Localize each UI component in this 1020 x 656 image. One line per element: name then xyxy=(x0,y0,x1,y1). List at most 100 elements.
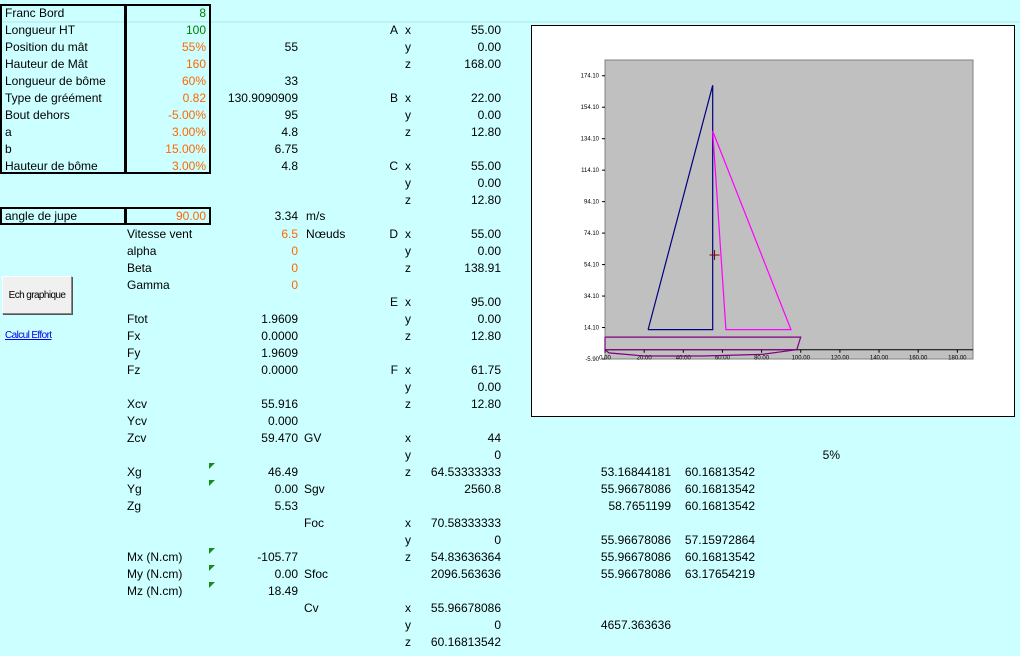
g-value: 0.00 xyxy=(274,482,298,496)
foc_vals-x: 70.58333333 xyxy=(430,516,501,530)
wind-label: alpha xyxy=(127,244,157,258)
axis-letter: z xyxy=(405,635,411,649)
param-computed: 4.8 xyxy=(281,159,298,173)
wind-value[interactable]: 6.5 xyxy=(220,226,298,243)
axis-letter: y xyxy=(405,533,411,547)
axis-letter: z xyxy=(405,125,411,139)
cv-label: Cv xyxy=(304,601,319,615)
jupe-value[interactable]: 90.00 xyxy=(130,208,206,225)
sgv-value: 2560.8 xyxy=(464,482,501,496)
ech-graphique-button[interactable]: Ech graphique xyxy=(2,276,72,314)
calcul-effort-link[interactable]: Calcul Effort xyxy=(5,330,52,341)
sfoc-value: 2096.563636 xyxy=(430,567,501,581)
x-tick-label: 20.00 xyxy=(637,356,653,362)
wind-label: Beta xyxy=(127,261,152,275)
extra-col1: 55.96678086 xyxy=(600,533,671,547)
wind-value[interactable]: 0 xyxy=(220,243,298,260)
param-computed: 95 xyxy=(284,108,298,122)
y-tick-label: 174.10 xyxy=(581,74,600,80)
foc-label: Foc xyxy=(304,516,325,530)
extra-col2: 60.16813542 xyxy=(684,482,755,496)
y-tick-label: 134.10 xyxy=(581,137,600,143)
sail-chart[interactable]: 174.10 154.10 134.10 114.10 94.10 74.10 54.10 3… xyxy=(531,25,1015,417)
moments-label: Mz (N.cm) xyxy=(127,584,183,598)
axis-letter: x xyxy=(405,91,411,105)
axis-letter: x xyxy=(405,159,411,173)
param-value[interactable]: 160 xyxy=(128,56,206,73)
axis-letter: z xyxy=(405,193,411,207)
axis-letter: z xyxy=(405,57,411,71)
comment-marker xyxy=(209,548,215,554)
plot-area xyxy=(604,59,974,360)
y-tick-label: 74.10 xyxy=(584,231,600,237)
extra-total: 4657.363636 xyxy=(600,618,671,632)
wind-label: Gamma xyxy=(127,278,170,292)
param-computed: 55 xyxy=(284,40,298,54)
point-z: 138.91 xyxy=(464,261,501,275)
cv-label: Ycv xyxy=(127,414,148,428)
wind-label: Vitesse vent xyxy=(127,227,193,241)
param-value[interactable]: 8 xyxy=(128,5,206,22)
point-y: 0.00 xyxy=(477,108,501,122)
axis-letter: z xyxy=(405,329,411,343)
axis-letter: y xyxy=(405,380,411,394)
param-label: Franc Bord xyxy=(5,6,65,20)
param-computed: 130.9090909 xyxy=(227,91,298,105)
wind-value[interactable]: 0 xyxy=(220,277,298,294)
point-y: 0.00 xyxy=(477,40,501,54)
sfoc-label: Sfoc xyxy=(304,567,329,581)
axis-letter: x xyxy=(405,516,411,530)
y-tick-label: -5.90 xyxy=(585,357,599,363)
param-value[interactable]: 0.82 xyxy=(128,90,206,107)
g-label: Xg xyxy=(127,465,142,479)
moments-value: 0.00 xyxy=(274,567,298,581)
param-value[interactable]: -5.00% xyxy=(128,107,206,124)
gv_vals-y: 0 xyxy=(494,448,501,462)
param-value[interactable]: 3.00% xyxy=(128,124,206,141)
param-label: Hauteur de Mât xyxy=(5,57,88,71)
axis-letter: x xyxy=(405,431,411,445)
point-x: 55.00 xyxy=(470,159,501,173)
cv_vals-y: 0 xyxy=(494,618,501,632)
point-y: 0.00 xyxy=(477,244,501,258)
param-value[interactable]: 100 xyxy=(128,22,206,39)
axis-letter: y xyxy=(405,176,411,190)
g-label: Yg xyxy=(127,482,142,496)
comment-marker xyxy=(209,480,215,486)
param-value[interactable]: 55% xyxy=(128,39,206,56)
sail-chart-svg: 174.10 154.10 134.10 114.10 94.10 74.10 54.10 3… xyxy=(581,59,974,363)
moments-label: My (N.cm) xyxy=(127,567,183,581)
gv_vals-x: 44 xyxy=(487,431,501,445)
point-y: 0.00 xyxy=(477,380,501,394)
sgv-label: Sgv xyxy=(304,482,325,496)
point-x: 61.75 xyxy=(470,363,501,377)
param-value[interactable]: 3.00% xyxy=(128,158,206,175)
param-label: b xyxy=(5,142,12,156)
point-z: 12.80 xyxy=(470,125,501,139)
forces-value: 1.9609 xyxy=(261,346,298,360)
axis-letter: y xyxy=(405,244,411,258)
cv_vals-x: 55.96678086 xyxy=(430,601,501,615)
cv-value: 0.000 xyxy=(267,414,298,428)
comment-marker xyxy=(209,582,215,588)
comment-marker xyxy=(209,463,215,469)
point-x: 55.00 xyxy=(470,227,501,241)
param-computed xyxy=(215,22,298,39)
forces-value: 1.9609 xyxy=(261,312,298,326)
point-y: 0.00 xyxy=(477,312,501,326)
param-label: Type de gréément xyxy=(5,91,102,105)
forces-label: Ftot xyxy=(127,312,148,326)
wind-value[interactable]: 0 xyxy=(220,260,298,277)
x-tick-label: 140.00 xyxy=(870,356,889,362)
point-name: D xyxy=(389,227,398,241)
forces-label: Fz xyxy=(127,363,141,377)
axis-letter: x xyxy=(405,363,411,377)
param-label: Longueur de bôme xyxy=(5,74,106,88)
param-value[interactable]: 60% xyxy=(128,73,206,90)
param-label: a xyxy=(5,125,12,139)
cv-label: Zcv xyxy=(127,431,147,445)
jupe-label: angle de jupe xyxy=(5,209,78,223)
point-name: B xyxy=(389,91,398,105)
param-value[interactable]: 15.00% xyxy=(128,141,206,158)
axis-letter: y xyxy=(405,40,411,54)
